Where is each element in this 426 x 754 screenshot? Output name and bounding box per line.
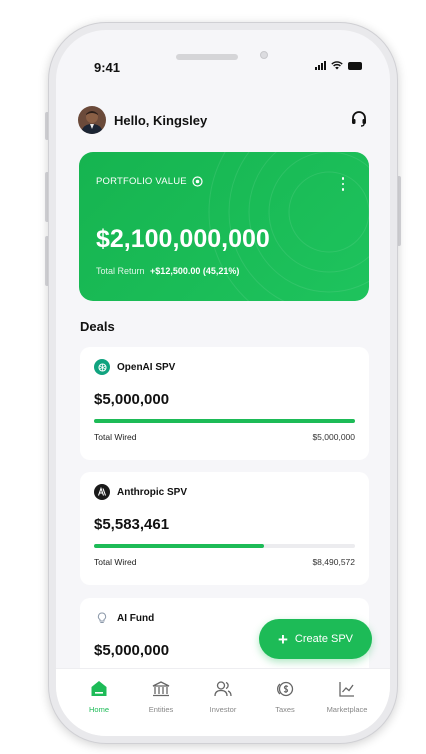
phone-frame: 9:41 Hello, Kingsley PORTFOLIO VALUE $2,… <box>48 22 398 744</box>
phone-screen: 9:41 Hello, Kingsley PORTFOLIO VALUE $2,… <box>56 30 390 736</box>
create-spv-label: Create SPV <box>294 633 354 645</box>
camera-icon <box>260 51 268 59</box>
deal-progress-fill <box>94 544 264 548</box>
portfolio-card[interactable]: PORTFOLIO VALUE $2,100,000,000 Total Ret… <box>79 152 369 301</box>
bank-icon <box>152 681 170 697</box>
coins-icon <box>277 681 294 697</box>
tab-label: Entities <box>148 705 174 714</box>
create-spv-button[interactable]: + Create SPV <box>259 619 372 659</box>
wifi-icon <box>331 61 343 70</box>
tab-investor[interactable]: Investor <box>195 669 251 736</box>
deal-amount: $5,000,000 <box>94 391 170 408</box>
deal-name: Anthropic SPV <box>94 484 187 500</box>
deal-name-text: AI Fund <box>117 612 155 624</box>
deal-progress-track <box>94 419 355 423</box>
user-avatar-icon <box>78 106 106 134</box>
bulb-icon <box>94 610 110 626</box>
portfolio-value: $2,100,000,000 <box>96 225 270 253</box>
deal-footer-label: Total Wired <box>94 557 137 567</box>
more-options-icon[interactable] <box>341 177 344 191</box>
signal-icon <box>315 61 326 70</box>
users-icon <box>214 681 232 697</box>
deal-name: AI Fund <box>94 610 154 626</box>
status-icons <box>315 61 362 70</box>
deal-name-text: OpenAI SPV <box>117 361 176 373</box>
deal-card-anthropic[interactable]: Anthropic SPV $5,583,461 Total Wired $8,… <box>80 472 369 585</box>
deal-footer-label: Total Wired <box>94 432 137 442</box>
tab-label: Taxes <box>275 705 295 714</box>
deal-footer-value: $8,490,572 <box>312 557 355 567</box>
openai-icon <box>94 359 110 375</box>
status-time: 9:41 <box>94 60 121 75</box>
plus-icon: + <box>277 629 288 649</box>
total-return-label: Total Return <box>96 266 145 276</box>
deal-progress-fill <box>94 419 355 423</box>
eye-icon[interactable] <box>192 176 203 187</box>
tab-home[interactable]: Home <box>71 669 127 736</box>
tab-taxes[interactable]: Taxes <box>257 669 313 736</box>
chart-icon <box>339 682 354 697</box>
deal-name-text: Anthropic SPV <box>117 486 188 498</box>
deal-card-openai[interactable]: OpenAI SPV $5,000,000 Total Wired $5,000… <box>80 347 369 460</box>
tab-bar: Home Entities Investor Taxes Marketplace <box>56 668 390 736</box>
tab-label: Investor <box>209 705 237 714</box>
tab-entities[interactable]: Entities <box>133 669 189 736</box>
tab-label: Marketplace <box>326 705 368 714</box>
deal-name: OpenAI SPV <box>94 359 175 375</box>
greeting-text: Hello, Kingsley <box>114 112 208 128</box>
speaker-grille <box>176 54 238 60</box>
deal-progress-track <box>94 544 355 548</box>
tab-marketplace[interactable]: Marketplace <box>319 669 375 736</box>
deals-title: Deals <box>80 319 115 334</box>
tab-label: Home <box>88 705 109 714</box>
battery-icon <box>348 61 362 70</box>
total-return-value: +$12,500.00 (45,21%) <box>150 266 240 276</box>
app-header: Hello, Kingsley <box>78 106 368 134</box>
portfolio-label: PORTFOLIO VALUE <box>96 176 203 187</box>
home-icon <box>91 681 107 696</box>
anthropic-icon <box>94 484 110 500</box>
total-return: Total Return +$12,500.00 (45,21%) <box>96 266 239 276</box>
deal-amount: $5,583,461 <box>94 516 170 533</box>
portfolio-label-text: PORTFOLIO VALUE <box>96 176 187 187</box>
avatar[interactable] <box>78 106 106 134</box>
headset-icon[interactable] <box>350 109 368 132</box>
deal-amount: $5,000,000 <box>94 642 170 659</box>
deal-footer-value: $5,000,000 <box>312 432 355 442</box>
